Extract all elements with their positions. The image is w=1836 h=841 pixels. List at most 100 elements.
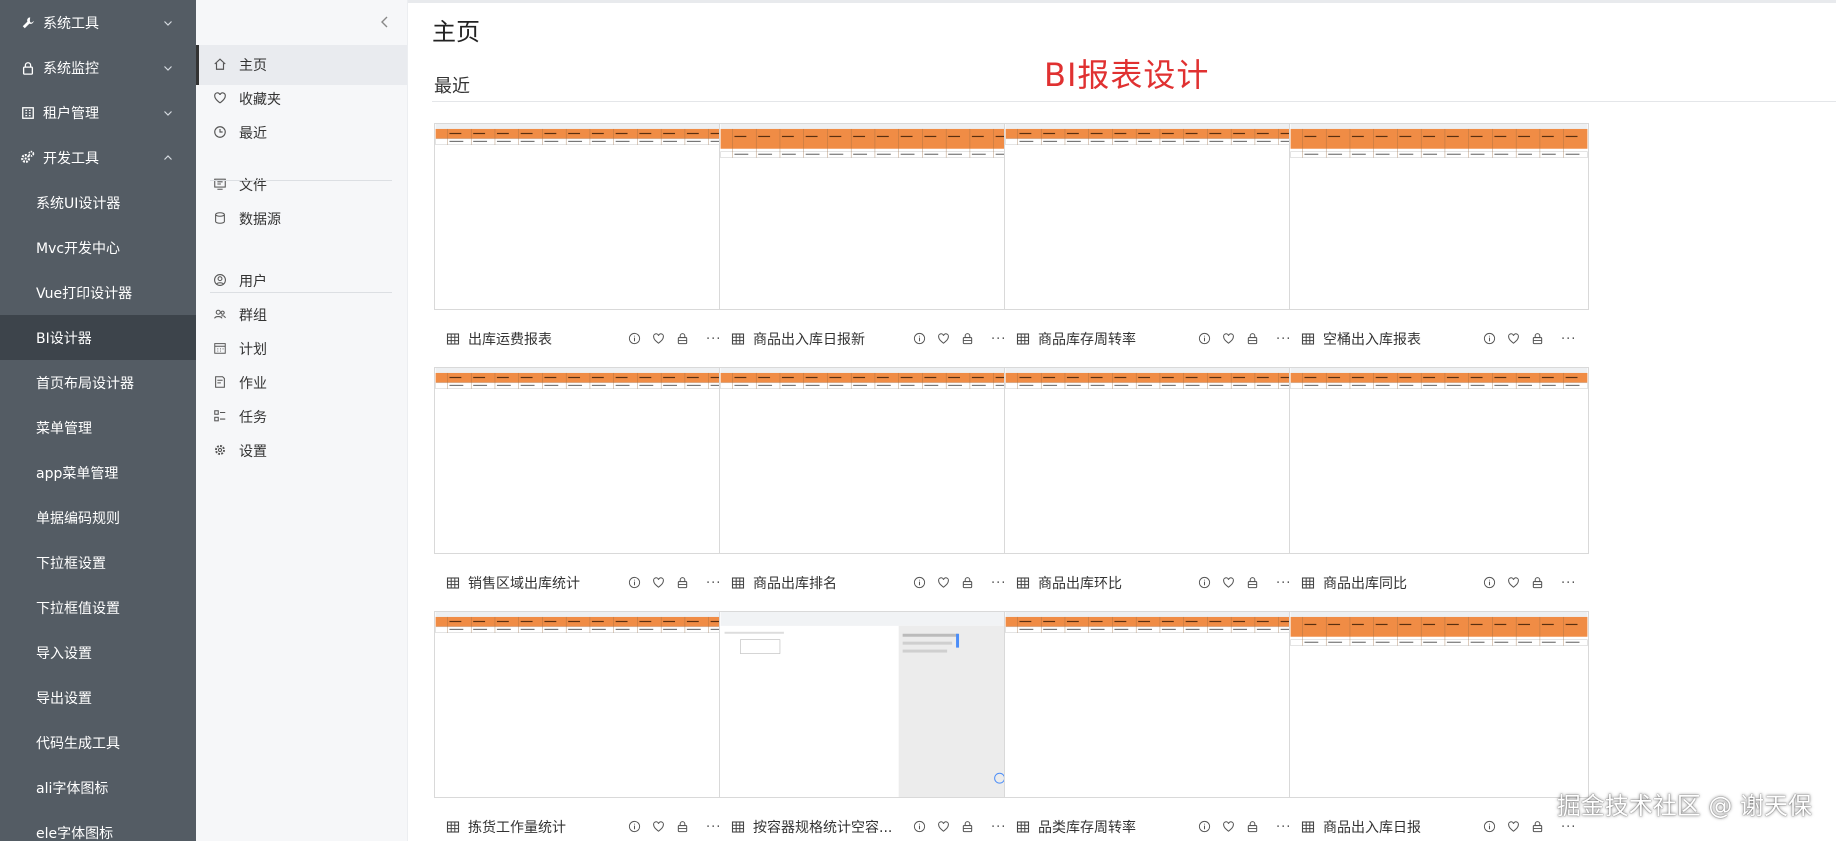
more-options-icon[interactable]: ··· — [1561, 332, 1576, 347]
info-icon[interactable] — [913, 332, 927, 346]
favorite-icon[interactable] — [1507, 576, 1521, 590]
chevron-down-icon[interactable] — [162, 107, 174, 119]
more-options-icon[interactable]: ··· — [706, 820, 721, 835]
more-options-icon[interactable]: ··· — [991, 332, 1006, 347]
sidebar-item-12[interactable]: 单据编码规则 — [0, 495, 196, 540]
sidebar-item-14[interactable]: 下拉框值设置 — [0, 585, 196, 630]
padlock-icon[interactable] — [1531, 576, 1545, 590]
favorite-icon[interactable] — [937, 332, 951, 346]
report-title[interactable]: 出库运费报表 — [468, 329, 620, 349]
sidebar-item-11[interactable]: app菜单管理 — [0, 450, 196, 495]
report-thumbnail[interactable] — [434, 367, 734, 554]
padlock-icon[interactable] — [676, 332, 690, 346]
favorite-icon[interactable] — [1507, 332, 1521, 346]
report-thumbnail[interactable] — [1289, 367, 1589, 554]
padlock-icon[interactable] — [961, 820, 975, 834]
more-options-icon[interactable]: ··· — [706, 332, 721, 347]
info-icon[interactable] — [1198, 576, 1212, 590]
favorite-icon[interactable] — [937, 576, 951, 590]
report-title[interactable]: 商品出库排名 — [753, 573, 905, 593]
report-title[interactable]: 品类库存周转率 — [1038, 817, 1190, 837]
sidebar-item-4[interactable]: 开发工具 — [0, 135, 196, 180]
more-options-icon[interactable]: ··· — [1276, 576, 1291, 591]
sidebar-item-18[interactable]: ali字体图标 — [0, 765, 196, 810]
sidebar-item-6[interactable]: Mvc开发中心 — [0, 225, 196, 270]
sidebar-item-9[interactable]: 首页布局设计器 — [0, 360, 196, 405]
favorite-icon[interactable] — [652, 332, 666, 346]
sidebar-item-5[interactable]: 系统UI设计器 — [0, 180, 196, 225]
sidebar-item-7[interactable]: Vue打印设计器 — [0, 270, 196, 315]
info-icon[interactable] — [628, 332, 642, 346]
report-thumbnail[interactable] — [434, 123, 734, 310]
info-icon[interactable] — [628, 576, 642, 590]
sidebar-item-8[interactable]: BI设计器 — [0, 315, 196, 360]
chevron-up-icon[interactable] — [162, 152, 174, 164]
more-options-icon[interactable]: ··· — [1276, 820, 1291, 835]
info-icon[interactable] — [1483, 820, 1497, 834]
favorite-icon[interactable] — [652, 820, 666, 834]
info-icon[interactable] — [1483, 576, 1497, 590]
more-options-icon[interactable]: ··· — [991, 576, 1006, 591]
padlock-icon[interactable] — [1531, 332, 1545, 346]
favorite-icon[interactable] — [937, 820, 951, 834]
favorite-icon[interactable] — [652, 576, 666, 590]
report-card: 出库运费报表 ··· — [434, 123, 734, 348]
report-title[interactable]: 空桶出入库报表 — [1323, 329, 1475, 349]
more-options-icon[interactable]: ··· — [1561, 576, 1576, 591]
sidebar-item-3[interactable]: 租户管理 — [0, 90, 196, 135]
padlock-icon[interactable] — [1246, 820, 1260, 834]
sidebar-item-19[interactable]: ele字体图标 — [0, 810, 196, 841]
report-title[interactable]: 商品出库环比 — [1038, 573, 1190, 593]
report-thumbnail[interactable] — [1289, 611, 1589, 798]
info-icon[interactable] — [1198, 332, 1212, 346]
nav-item-clock[interactable]: 最近 — [196, 113, 407, 153]
report-title[interactable]: 商品出入库日报新 — [753, 329, 905, 349]
padlock-icon[interactable] — [676, 576, 690, 590]
report-title[interactable]: 商品库存周转率 — [1038, 329, 1190, 349]
favorite-icon[interactable] — [1222, 820, 1236, 834]
info-icon[interactable] — [913, 576, 927, 590]
chevron-down-icon[interactable] — [162, 17, 174, 29]
padlock-icon[interactable] — [1531, 820, 1545, 834]
nav-item-gear[interactable]: 设置 — [196, 431, 407, 471]
padlock-icon[interactable] — [961, 332, 975, 346]
favorite-icon[interactable] — [1222, 332, 1236, 346]
info-icon[interactable] — [1198, 820, 1212, 834]
report-thumbnail[interactable] — [1289, 123, 1589, 310]
report-thumbnail[interactable] — [1004, 123, 1304, 310]
padlock-icon[interactable] — [676, 820, 690, 834]
report-title[interactable]: 销售区域出库统计 — [468, 573, 620, 593]
more-options-icon[interactable]: ··· — [706, 576, 721, 591]
collapse-chevron-icon[interactable] — [377, 14, 393, 30]
more-options-icon[interactable]: ··· — [1561, 820, 1576, 835]
padlock-icon[interactable] — [1246, 332, 1260, 346]
report-thumbnail[interactable] — [719, 611, 1019, 798]
info-icon[interactable] — [1483, 332, 1497, 346]
report-thumbnail[interactable] — [1004, 367, 1304, 554]
sidebar-item-1[interactable]: 系统工具 — [0, 0, 196, 45]
report-title[interactable]: 拣货工作量统计 — [468, 817, 620, 837]
report-title[interactable]: 商品出入库日报 — [1323, 817, 1475, 837]
report-thumbnail[interactable] — [719, 123, 1019, 310]
sidebar-item-2[interactable]: 系统监控 — [0, 45, 196, 90]
favorite-icon[interactable] — [1222, 576, 1236, 590]
sidebar-item-17[interactable]: 代码生成工具 — [0, 720, 196, 765]
info-icon[interactable] — [913, 820, 927, 834]
report-title[interactable]: 按容器规格统计空容... — [753, 817, 905, 837]
padlock-icon[interactable] — [1246, 576, 1260, 590]
nav-item-database[interactable]: 数据源 — [196, 199, 407, 239]
sidebar-item-16[interactable]: 导出设置 — [0, 675, 196, 720]
sidebar-item-13[interactable]: 下拉框设置 — [0, 540, 196, 585]
more-options-icon[interactable]: ··· — [991, 820, 1006, 835]
report-thumbnail[interactable] — [434, 611, 734, 798]
report-thumbnail[interactable] — [719, 367, 1019, 554]
sidebar-item-10[interactable]: 菜单管理 — [0, 405, 196, 450]
favorite-icon[interactable] — [1507, 820, 1521, 834]
chevron-down-icon[interactable] — [162, 62, 174, 74]
report-title[interactable]: 商品出库同比 — [1323, 573, 1475, 593]
info-icon[interactable] — [628, 820, 642, 834]
more-options-icon[interactable]: ··· — [1276, 332, 1291, 347]
sidebar-item-15[interactable]: 导入设置 — [0, 630, 196, 675]
padlock-icon[interactable] — [961, 576, 975, 590]
report-thumbnail[interactable] — [1004, 611, 1304, 798]
